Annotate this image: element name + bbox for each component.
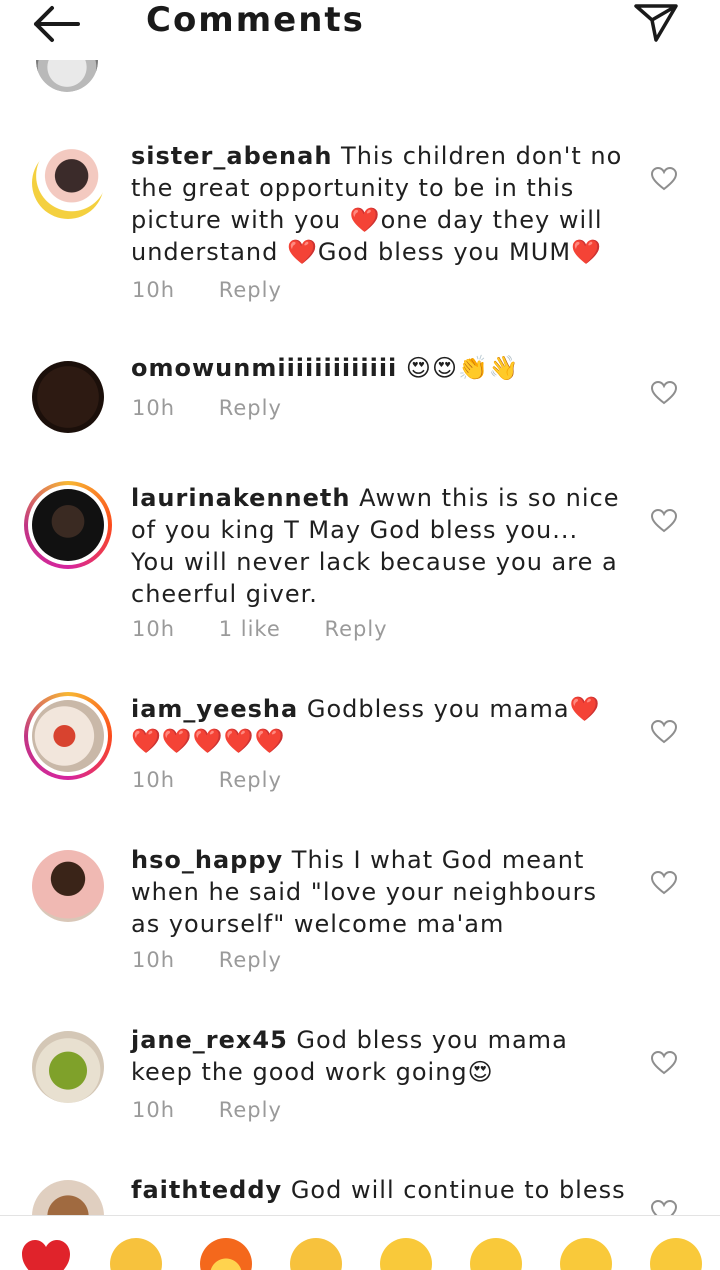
comment-body: God will continue to bless (290, 1176, 626, 1204)
surprised-face-emoji-icon[interactable] (560, 1238, 612, 1270)
comment-time: 10h (132, 278, 176, 302)
heart-icon[interactable] (651, 720, 677, 744)
comment-text-block: hso_happy This I what God meant when he … (131, 844, 631, 940)
tears-of-joy-face-emoji-icon[interactable] (650, 1238, 702, 1270)
reply-button[interactable]: Reply (219, 1098, 282, 1122)
comment-username[interactable]: jane_rex45 (131, 1026, 288, 1054)
emoji-reaction-bar (0, 1215, 720, 1270)
heart-emoji-icon[interactable] (20, 1238, 72, 1270)
comment-meta: 10h Reply (132, 768, 318, 792)
comment-time: 10h (132, 948, 176, 972)
comment-username[interactable]: faithteddy (131, 1176, 282, 1204)
comment-meta: 10h 1 like Reply (132, 617, 424, 641)
heart-icon[interactable] (651, 381, 677, 405)
heart-icon[interactable] (651, 509, 677, 533)
comment-time: 10h (132, 617, 176, 641)
comment-meta: 10h Reply (132, 948, 318, 972)
comment-text-block: faithteddy God will continue to bless (131, 1174, 631, 1206)
comment-text-block: jane_rex45 God bless you mama keep the g… (131, 1024, 631, 1088)
comment-username[interactable]: iam_yeesha (131, 695, 298, 723)
page-title: Comments (146, 0, 365, 40)
avatar[interactable] (24, 692, 112, 780)
reply-button[interactable]: Reply (324, 617, 387, 641)
comment-username[interactable]: laurinakenneth (131, 484, 350, 512)
crying-face-emoji-icon[interactable] (380, 1238, 432, 1270)
heart-icon[interactable] (651, 1051, 677, 1075)
comment-text-block: sister_abenah This children don't no the… (131, 140, 631, 268)
reply-button[interactable]: Reply (219, 768, 282, 792)
avatar[interactable] (32, 147, 104, 219)
fire-emoji-icon[interactable] (200, 1238, 252, 1270)
comment-body: 😍😍👏👋 (405, 354, 520, 382)
comment-meta: 10h Reply (132, 396, 318, 420)
avatar[interactable] (24, 481, 112, 569)
paper-plane-icon[interactable] (632, 0, 680, 44)
arrow-left-icon[interactable] (30, 2, 82, 46)
comment-text-block: omowunmiiiiiiiiiiiii 😍😍👏👋 (131, 352, 631, 384)
comment-meta: 10h Reply (132, 1098, 318, 1122)
avatar[interactable] (32, 361, 104, 433)
comment-text-block: laurinakenneth Awwn this is so nice of y… (131, 482, 631, 610)
comment-time: 10h (132, 396, 176, 420)
heart-icon[interactable] (651, 871, 677, 895)
heart-icon[interactable] (651, 167, 677, 191)
reply-button[interactable]: Reply (219, 948, 282, 972)
avatar[interactable] (32, 1031, 104, 1103)
reply-button[interactable]: Reply (219, 396, 282, 420)
raising-hands-emoji-icon[interactable] (110, 1238, 162, 1270)
comment-username[interactable]: hso_happy (131, 846, 283, 874)
reply-button[interactable]: Reply (219, 278, 282, 302)
header: Comments (0, 0, 720, 60)
comment-text-block: iam_yeesha Godbless you mama❤️❤️❤️❤️❤️❤️ (131, 693, 631, 757)
comment-meta: 10h Reply (132, 278, 318, 302)
avatar[interactable] (32, 850, 104, 922)
comment-time: 10h (132, 1098, 176, 1122)
comment-username[interactable]: omowunmiiiiiiiiiiiii (131, 354, 397, 382)
comment-time: 10h (132, 768, 176, 792)
heart-eyes-face-emoji-icon[interactable] (470, 1238, 522, 1270)
clapping-hands-emoji-icon[interactable] (290, 1238, 342, 1270)
comment-likes[interactable]: 1 like (219, 617, 281, 641)
comment-username[interactable]: sister_abenah (131, 142, 332, 170)
